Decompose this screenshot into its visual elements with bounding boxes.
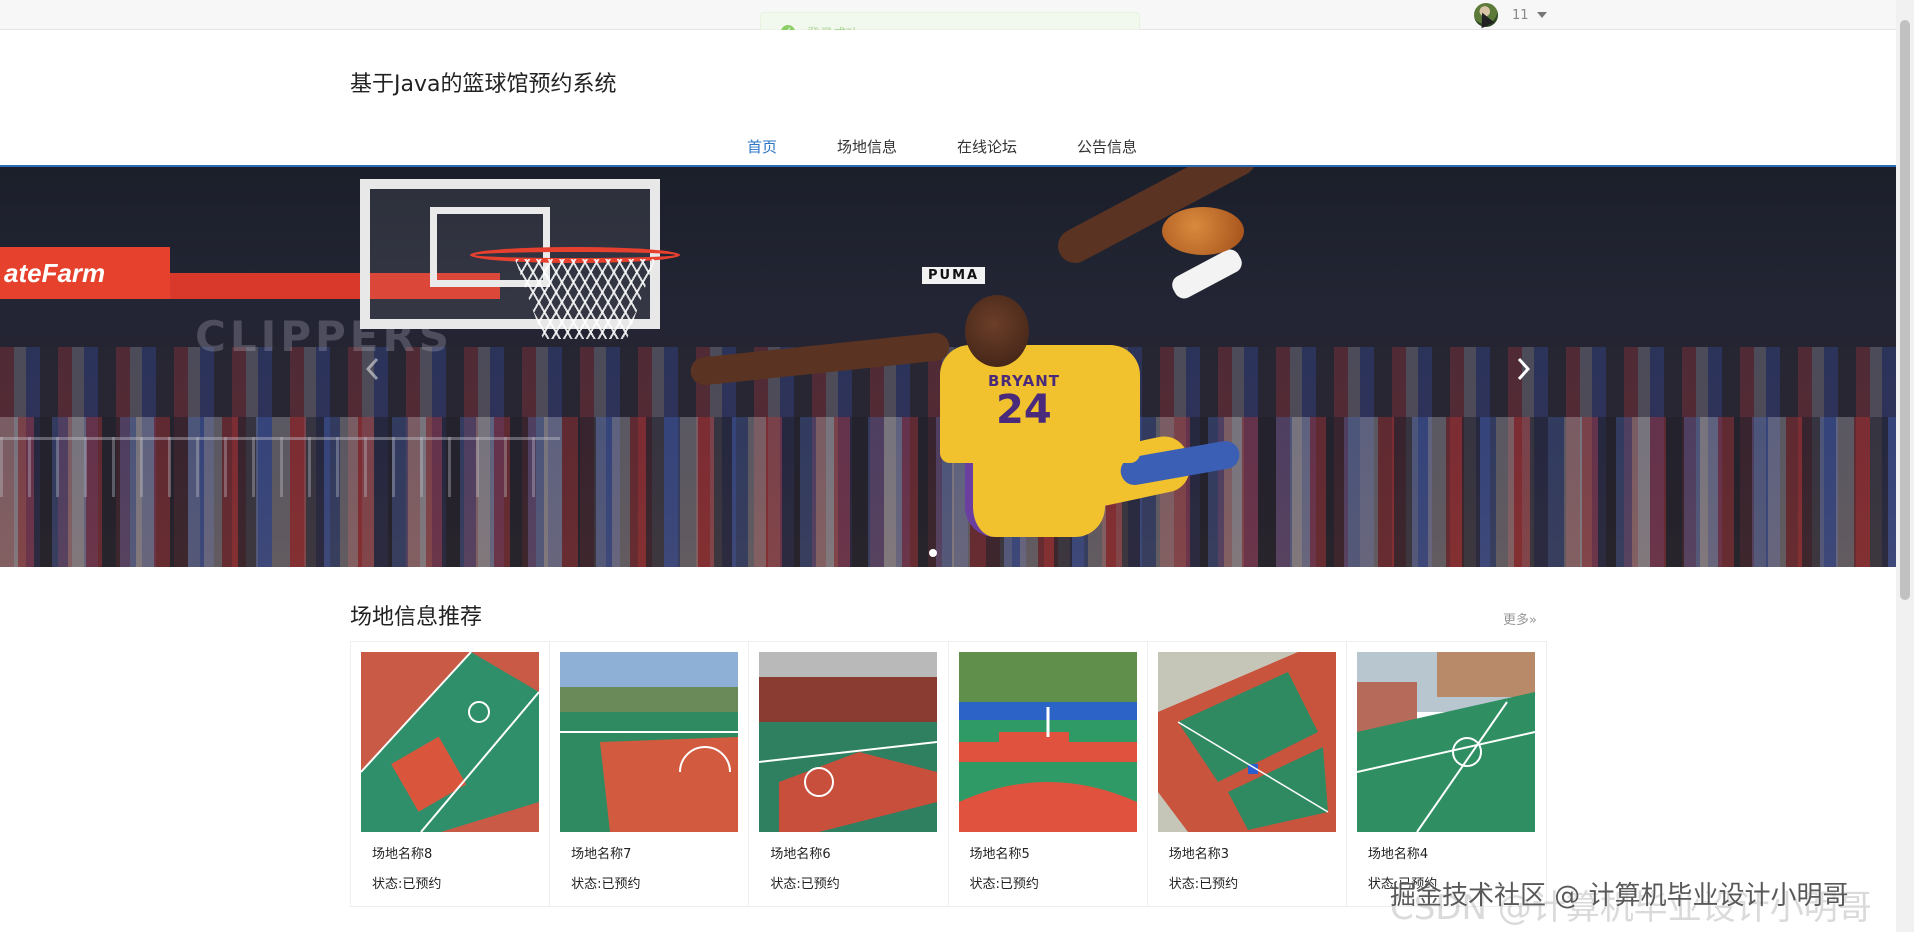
watermark: 掘金技术社区 @ 计算机毕业设计小明哥 (1390, 881, 1849, 911)
carousel-indicator[interactable] (929, 549, 937, 557)
venue-image[interactable] (759, 652, 938, 832)
carousel-prev-button[interactable] (358, 349, 388, 389)
venue-name[interactable]: 场地名称6 (770, 843, 830, 862)
venue-status: 状态:已预约 (1168, 877, 1239, 892)
venue-image[interactable] (958, 652, 1137, 832)
venue-image[interactable] (1157, 652, 1336, 832)
venue-status: 状态:已预约 (770, 877, 840, 892)
banner-carousel[interactable]: CLIPPERS ateFarm PUMA BRYANT 24 (0, 167, 1896, 567)
site-title: 基于Java的篮球馆预约系统 (350, 72, 617, 97)
scrollbar-thumb[interactable] (1900, 20, 1910, 600)
venue-image[interactable] (1356, 652, 1535, 832)
venue-status: 状态:已预约 (372, 877, 442, 892)
nav-item-home[interactable]: 首页 (747, 136, 777, 157)
jersey-number: 24 (996, 387, 1052, 433)
venue-card[interactable]: 场地名称3 状态:已预约 (1148, 642, 1347, 906)
venue-status: 状态:已预约 (571, 877, 641, 892)
banner-railing (0, 437, 560, 497)
venue-name[interactable]: 场地名称7 (571, 843, 631, 862)
venue-card[interactable]: 场地名称5 状态:已预约 (949, 642, 1148, 906)
venue-card[interactable]: 场地名称8 状态:已预约 (351, 642, 551, 906)
venue-name[interactable]: 场地名称5 (970, 843, 1030, 862)
banner-sponsor: ateFarm (0, 247, 170, 299)
section-title: 场地信息推荐 (350, 605, 483, 630)
nav-item-forum[interactable]: 在线论坛 (957, 136, 1017, 157)
chevron-down-icon[interactable] (1536, 12, 1547, 18)
main-nav: 首页 场地信息 在线论坛 公告信息 (747, 136, 1197, 157)
chevron-left-icon (365, 357, 379, 381)
vertical-scrollbar[interactable] (1896, 0, 1914, 932)
banner-puma-sign: PUMA (922, 267, 986, 284)
venue-name[interactable]: 场地名称3 (1169, 843, 1229, 862)
venue-card[interactable]: 场地名称7 状态:已预约 (550, 642, 750, 906)
nav-item-venues[interactable]: 场地信息 (837, 136, 897, 157)
more-link[interactable]: 更多» (1503, 609, 1537, 628)
basketball (1162, 207, 1244, 255)
nav-item-notices[interactable]: 公告信息 (1077, 136, 1137, 157)
venue-card[interactable]: 场地名称4 状态:已预约 (1347, 642, 1546, 906)
venue-name[interactable]: 场地名称4 (1368, 843, 1428, 862)
venue-image[interactable] (560, 652, 739, 832)
player-head (965, 295, 1029, 367)
site-header: 基于Java的篮球馆预约系统 首页 场地信息 在线论坛 公告信息 (0, 30, 1896, 167)
venue-image[interactable] (361, 652, 539, 832)
chevron-right-icon (1517, 357, 1531, 381)
venue-name[interactable]: 场地名称8 (372, 843, 432, 862)
venue-card[interactable]: 场地名称6 状态:已预约 (749, 642, 949, 906)
username[interactable]: 11 (1512, 8, 1529, 23)
venue-card-list: 场地名称8 状态:已预约 场地名称7 状态:已预约 场地名称6 状态:已预约 场… (350, 641, 1547, 907)
carousel-next-button[interactable] (1508, 349, 1538, 389)
venue-status: 状态:已预约 (969, 877, 1039, 892)
